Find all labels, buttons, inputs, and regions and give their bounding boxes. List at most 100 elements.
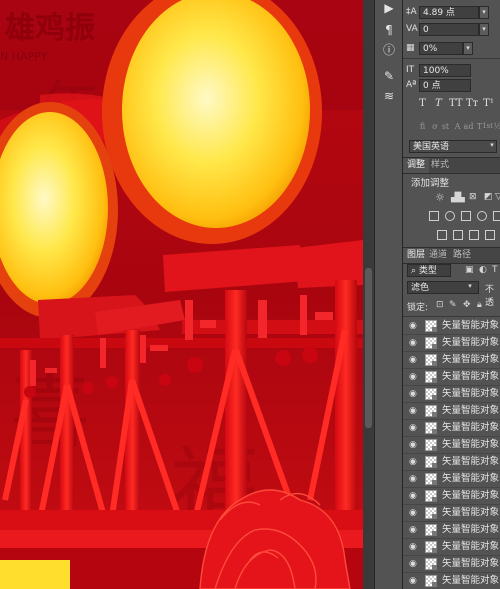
fractions-button[interactable]: ½ <box>492 122 500 131</box>
info-icon[interactable]: ⓘ <box>381 42 397 58</box>
visibility-eye-icon[interactable]: ◉ <box>409 440 419 450</box>
visibility-eye-icon[interactable]: ◉ <box>409 457 419 467</box>
layer-row[interactable]: ◉ 矢量智能对象 <box>403 420 500 437</box>
language-dropdown-arrow[interactable]: ▾ <box>487 140 497 153</box>
tracking-field[interactable]: 0 <box>419 23 479 36</box>
visibility-eye-icon[interactable]: ◉ <box>409 355 419 365</box>
blend-mode-arrow[interactable]: ▾ <box>465 281 475 294</box>
document-canvas[interactable]: 雄鸡振 年 N HAPPY 喜 福 <box>0 0 363 589</box>
color-balance-icon[interactable] <box>445 211 455 221</box>
layer-name: 矢量智能对象 <box>442 371 500 382</box>
faux-italic-button[interactable]: T <box>433 98 444 109</box>
posterize-icon[interactable] <box>453 230 463 240</box>
scale-icon: ▦ <box>406 43 415 53</box>
channel-mixer-icon[interactable] <box>493 211 500 221</box>
layer-thumbnail <box>425 337 437 349</box>
lock-position-icon[interactable]: ✥ <box>463 300 471 310</box>
visibility-eye-icon[interactable]: ◉ <box>409 372 419 382</box>
layer-row[interactable]: ◉ 矢量智能对象 <box>403 437 500 454</box>
visibility-eye-icon[interactable]: ◉ <box>409 406 419 416</box>
curves-icon[interactable]: ⊠ <box>469 192 477 202</box>
brush-settings-icon[interactable]: ✎ <box>381 68 397 84</box>
brightness-icon[interactable]: ☼ <box>435 191 445 204</box>
all-caps-button[interactable]: TT <box>449 98 463 109</box>
lock-label: 锁定: <box>407 303 429 313</box>
layer-row[interactable]: ◉ 矢量智能对象 <box>403 352 500 369</box>
layer-filter-kind[interactable]: ⌕ 类型 <box>407 264 451 277</box>
tab-channels[interactable]: 通道 <box>425 248 451 263</box>
black-white-icon[interactable] <box>461 211 471 221</box>
faux-bold-button[interactable]: T <box>417 98 428 109</box>
superscript-button[interactable]: T¹ <box>483 98 494 109</box>
levels-icon[interactable]: ▟▙ <box>451 193 465 203</box>
hue-saturation-icon[interactable] <box>429 211 439 221</box>
layer-row[interactable]: ◉ 矢量智能对象 <box>403 556 500 573</box>
tab-paths[interactable]: 路径 <box>449 248 475 263</box>
tab-adjustments[interactable]: 调整 <box>403 158 430 173</box>
layer-row[interactable]: ◉ 矢量智能对象 <box>403 369 500 386</box>
layer-row[interactable]: ◉ 矢量智能对象 <box>403 488 500 505</box>
discretionary-ligature-button[interactable]: st <box>440 122 451 131</box>
small-caps-button[interactable]: Tт <box>466 98 478 109</box>
visibility-eye-icon[interactable]: ◉ <box>409 423 419 433</box>
invert-icon[interactable] <box>437 230 447 240</box>
adjust-icon[interactable]: ≋ <box>381 88 397 104</box>
tracking-dropdown[interactable]: ▾ <box>479 23 489 36</box>
layer-row[interactable]: ◉ 矢量智能对象 <box>403 318 500 335</box>
lock-pixels-icon[interactable]: ✎ <box>449 300 457 310</box>
ligature-button[interactable]: fi <box>417 122 428 131</box>
visibility-eye-icon[interactable]: ◉ <box>409 542 419 552</box>
visibility-eye-icon[interactable]: ◉ <box>409 508 419 518</box>
exposure-icon[interactable]: ◩ <box>484 192 493 202</box>
gradient-map-icon[interactable] <box>485 230 495 240</box>
play-icon[interactable]: ▶ <box>381 0 397 16</box>
tab-styles[interactable]: 样式 <box>427 158 453 173</box>
layer-name: 矢量智能对象 <box>442 405 500 416</box>
leading-icon: ‡A <box>406 7 417 17</box>
visibility-eye-icon[interactable]: ◉ <box>409 389 419 399</box>
lock-transparent-icon[interactable]: ⊡ <box>436 300 444 310</box>
visibility-eye-icon[interactable]: ◉ <box>409 525 419 535</box>
lock-all-icon[interactable]: 🔒︎ <box>477 300 482 310</box>
adjustments-tabbar: 调整 样式 <box>403 157 500 174</box>
threshold-icon[interactable] <box>469 230 479 240</box>
layer-thumbnail <box>425 388 437 400</box>
vibrance-icon[interactable]: ▽ <box>495 192 500 202</box>
stylistic-alternates-button[interactable]: ad <box>463 122 474 131</box>
layer-row[interactable]: ◉ 矢量智能对象 <box>403 539 500 556</box>
paragraph-icon[interactable]: ¶ <box>381 22 397 38</box>
layer-row[interactable]: ◉ 矢量智能对象 <box>403 471 500 488</box>
layer-row[interactable]: ◉ 矢量智能对象 <box>403 522 500 539</box>
filter-pixel-icon[interactable]: ▣ <box>465 265 474 275</box>
layer-thumbnail <box>425 558 437 570</box>
visibility-eye-icon[interactable]: ◉ <box>409 576 419 586</box>
canvas-vertical-scrollbar[interactable] <box>363 0 374 589</box>
scrollbar-thumb[interactable] <box>365 268 372 428</box>
scale-field[interactable]: 0% <box>419 42 463 55</box>
swash-button[interactable]: A <box>452 122 463 131</box>
visibility-eye-icon[interactable]: ◉ <box>409 321 419 331</box>
visibility-eye-icon[interactable]: ◉ <box>409 491 419 501</box>
photo-filter-icon[interactable] <box>477 211 487 221</box>
layer-row[interactable]: ◉ 矢量智能对象 <box>403 505 500 522</box>
leading-field[interactable]: 4.89 点 <box>419 6 479 19</box>
baseline-field[interactable]: 0 点 <box>419 79 471 92</box>
layer-row[interactable]: ◉ 矢量智能对象 <box>403 403 500 420</box>
layer-row[interactable]: ◉ 矢量智能对象 <box>403 454 500 471</box>
layer-row[interactable]: ◉ 矢量智能对象 <box>403 573 500 589</box>
scale-dropdown[interactable]: ▾ <box>463 42 473 55</box>
layer-thumbnail <box>425 371 437 383</box>
visibility-eye-icon[interactable]: ◉ <box>409 474 419 484</box>
visibility-eye-icon[interactable]: ◉ <box>409 559 419 569</box>
layer-row[interactable]: ◉ 矢量智能对象 <box>403 335 500 352</box>
leading-dropdown[interactable]: ▾ <box>479 6 489 19</box>
filter-type-icon[interactable]: T <box>492 265 498 275</box>
visibility-eye-icon[interactable]: ◉ <box>409 338 419 348</box>
scale-row: ▦ 0% ▾ <box>403 41 500 57</box>
panel-icon-strip: ▶ ¶ ⓘ ✎ ≋ <box>374 0 403 589</box>
language-select[interactable]: 美国英语 <box>409 140 497 153</box>
vertical-scale-field[interactable]: 100% <box>419 64 471 77</box>
filter-adjustment-icon[interactable]: ◐ <box>479 265 487 275</box>
layer-row[interactable]: ◉ 矢量智能对象 <box>403 386 500 403</box>
old-style-button[interactable]: ơ <box>429 122 440 131</box>
